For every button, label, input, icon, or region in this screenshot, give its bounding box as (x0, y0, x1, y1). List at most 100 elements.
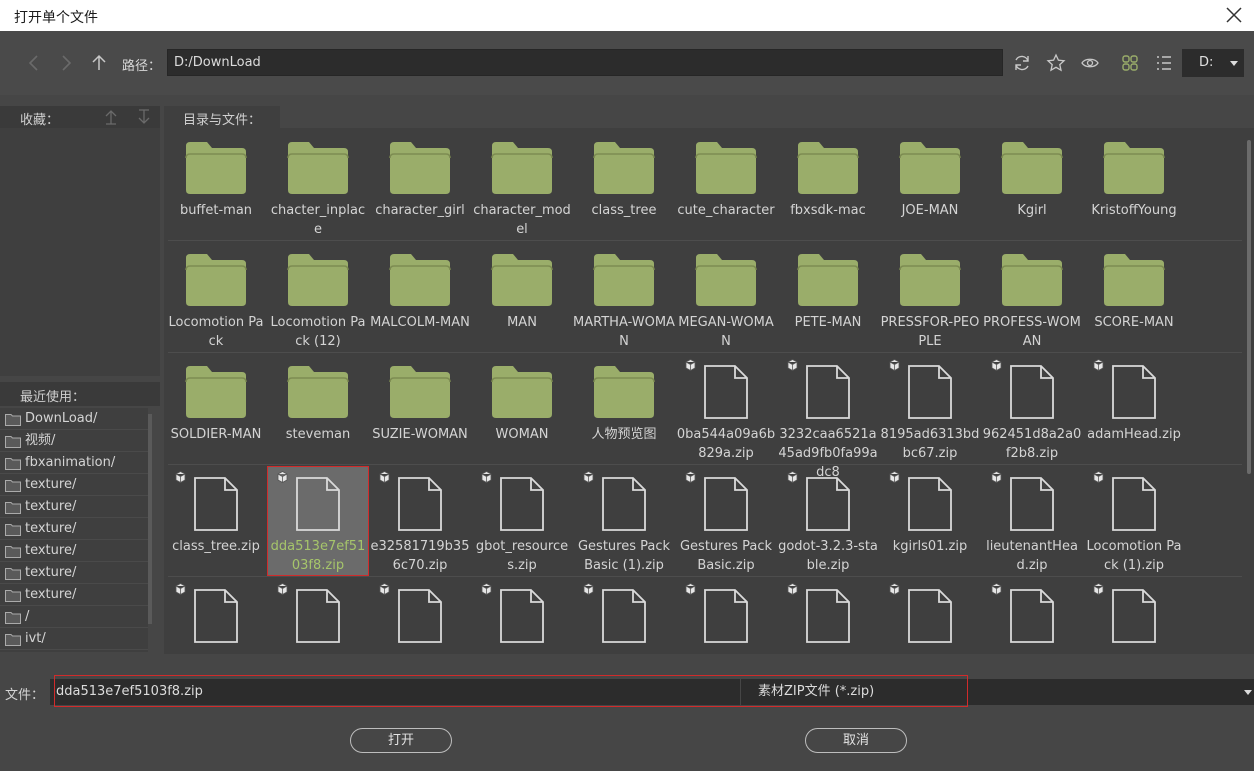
zip-file-item[interactable]: godot-3.2.3-stable.zip (777, 466, 879, 576)
cancel-button[interactable]: 取消 (805, 728, 907, 753)
zip-file-item[interactable]: gbot_resources.zip (471, 466, 573, 576)
folder-item[interactable]: MEGAN-WOMAN (675, 242, 777, 352)
item-name: Gestures Pack Basic.zip (679, 539, 773, 573)
folder-item[interactable]: SCORE-MAN (1083, 242, 1185, 352)
zip-file-item[interactable]: 0ba544a09a6b829a.zip (675, 354, 777, 464)
zip-file-item[interactable]: e32581719b356c70.zip (369, 466, 471, 576)
grid-scrollbar[interactable] (1247, 140, 1251, 474)
item-name: KristoffYoung (1091, 203, 1177, 218)
zip-file-item[interactable] (165, 578, 267, 654)
zip-file-item[interactable] (471, 578, 573, 654)
folder-item[interactable]: Kgirl (981, 130, 1083, 240)
zip-file-item[interactable]: 8195ad6313bdbc67.zip (879, 354, 981, 464)
zip-file-item[interactable]: class_tree.zip (165, 466, 267, 576)
recent-scrollbar[interactable] (148, 414, 152, 624)
recent-item-label: ivt/ (25, 631, 46, 646)
file-icon (704, 589, 748, 643)
folder-item[interactable]: SUZIE-WOMAN (369, 354, 471, 464)
star-icon[interactable] (1046, 53, 1066, 73)
folder-item[interactable]: steveman (267, 354, 369, 464)
folder-item[interactable]: SOLDIER-MAN (165, 354, 267, 464)
item-name: character_girl (375, 203, 465, 218)
folder-item[interactable]: character_model (471, 130, 573, 240)
folder-icon (5, 568, 21, 580)
zip-file-item[interactable]: Gestures Pack Basic.zip (675, 466, 777, 576)
recent-item[interactable]: texture/ (0, 474, 148, 496)
zip-file-item[interactable]: Locomotion Pack (1).zip (1083, 466, 1185, 576)
file-type-select[interactable]: 素材ZIP文件 (*.zip) (741, 679, 1254, 705)
favorites-list[interactable] (0, 128, 160, 376)
recent-item[interactable]: texture/ (0, 540, 148, 562)
zip-file-item[interactable] (981, 578, 1083, 654)
item-name: class_tree (591, 203, 657, 218)
list-view-icon[interactable] (1154, 53, 1174, 73)
folder-icon (5, 546, 21, 558)
path-input[interactable]: D:/DownLoad (167, 49, 1003, 76)
zip-file-item[interactable] (369, 578, 471, 654)
zip-file-item[interactable]: 962451d8a2a0f2b8.zip (981, 354, 1083, 464)
folder-item[interactable]: WOMAN (471, 354, 573, 464)
folder-item[interactable]: chacter_inplace (267, 130, 369, 240)
folder-item[interactable]: character_girl (369, 130, 471, 240)
open-button[interactable]: 打开 (350, 728, 452, 753)
recent-item-label: texture/ (25, 587, 77, 602)
move-down-icon[interactable] (136, 109, 152, 125)
folder-item[interactable]: cute_character (675, 130, 777, 240)
item-name: SOLDIER-MAN (170, 427, 262, 442)
recent-item[interactable]: / (0, 606, 148, 628)
folder-item[interactable]: KristoffYoung (1083, 130, 1185, 240)
up-icon[interactable] (89, 53, 109, 73)
back-icon[interactable] (24, 53, 44, 73)
folder-item[interactable]: 人物预览图 (573, 354, 675, 464)
folder-item[interactable]: PRESSFOR-PEOPLE (879, 242, 981, 352)
zip-file-item[interactable]: lieutenantHead.zip (981, 466, 1083, 576)
folder-icon (593, 142, 655, 194)
recent-item[interactable]: texture/ (0, 518, 148, 540)
folder-icon (5, 590, 21, 602)
zip-file-item[interactable] (573, 578, 675, 654)
zip-file-item[interactable]: adamHead.zip (1083, 354, 1185, 464)
file-icon (1010, 589, 1054, 643)
grid-view-icon[interactable] (1120, 53, 1140, 73)
zip-file-item[interactable] (777, 578, 879, 654)
zip-file-item[interactable]: 3232caa6521a45ad9fb0fa99adc8 (777, 354, 879, 480)
folder-item[interactable]: buffet-man (165, 130, 267, 240)
tab-files[interactable]: 目录与文件： (164, 106, 280, 128)
folder-item[interactable]: Locomotion Pack (165, 242, 267, 352)
recent-item[interactable]: fbxanimation/ (0, 452, 148, 474)
zip-file-item[interactable]: Gestures Pack Basic (1).zip (573, 466, 675, 576)
drive-select[interactable]: D: (1182, 49, 1244, 77)
folder-item[interactable]: JOE-MAN (879, 130, 981, 240)
recent-item[interactable]: texture/ (0, 496, 148, 518)
recent-item[interactable]: texture/ (0, 584, 148, 606)
zip-file-item[interactable]: dda513e7ef5103f8.zip (267, 466, 369, 576)
folder-item[interactable]: fbxsdk-mac (777, 130, 879, 240)
zip-file-item[interactable] (675, 578, 777, 654)
recent-item[interactable]: ivt/ (0, 628, 148, 650)
recent-item[interactable]: DownLoad/ (0, 408, 148, 430)
folder-icon (593, 254, 655, 306)
folder-item[interactable]: MAN (471, 242, 573, 352)
folder-item[interactable]: class_tree (573, 130, 675, 240)
file-icon (500, 589, 544, 643)
move-up-icon[interactable] (103, 109, 119, 125)
recent-item[interactable]: 视频/ (0, 430, 148, 452)
zip-file-item[interactable] (879, 578, 981, 654)
folder-item[interactable]: PROFESS-WOMAN (981, 242, 1083, 352)
folder-item[interactable]: Locomotion Pack (12) (267, 242, 369, 352)
folder-item[interactable]: PETE-MAN (777, 242, 879, 352)
folder-item[interactable]: MARTHA-WOMAN (573, 242, 675, 352)
zip-file-item[interactable]: kgirls01.zip (879, 466, 981, 576)
zip-file-item[interactable] (1083, 578, 1185, 654)
file-icon (500, 477, 544, 531)
close-icon[interactable] (1224, 5, 1244, 25)
filename-input[interactable]: dda513e7ef5103f8.zip (50, 679, 740, 705)
folder-item[interactable]: MALCOLM-MAN (369, 242, 471, 352)
row-divider (168, 352, 1242, 353)
zip-file-item[interactable] (267, 578, 369, 654)
refresh-icon[interactable] (1012, 53, 1032, 73)
recent-item[interactable]: texture/ (0, 562, 148, 584)
eye-icon[interactable] (1080, 53, 1100, 73)
folder-icon (185, 366, 247, 418)
forward-icon[interactable] (56, 53, 76, 73)
